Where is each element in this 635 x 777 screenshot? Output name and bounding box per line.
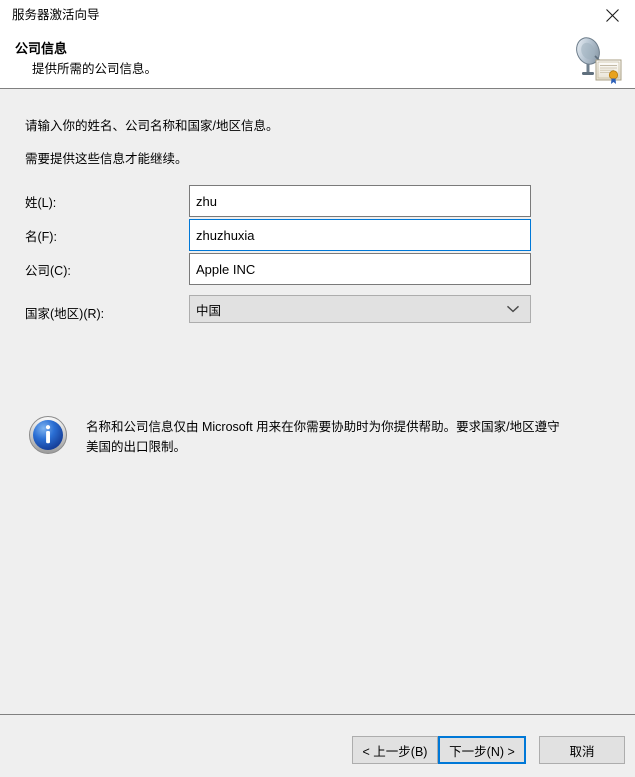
- info-note-text: 名称和公司信息仅由 Microsoft 用来在你需要协助时为你提供帮助。要求国家…: [86, 420, 560, 454]
- window-title: 服务器激活向导: [12, 8, 100, 22]
- country-select[interactable]: 中国: [189, 295, 531, 323]
- last-name-label: 姓(L):: [25, 196, 57, 210]
- company-label: 公司(C):: [25, 264, 71, 278]
- country-select-value: 中国: [196, 303, 222, 318]
- company-input[interactable]: [189, 253, 531, 285]
- first-name-input[interactable]: [189, 219, 531, 251]
- window-title-bar: 服务器激活向导: [0, 0, 635, 30]
- intro-text-line-1: 请输入你的姓名、公司名称和国家/地区信息。: [25, 119, 279, 133]
- country-label: 国家(地区)(R):: [25, 307, 105, 321]
- satellite-certificate-icon: [571, 34, 623, 86]
- first-name-label: 名(F):: [25, 230, 57, 244]
- wizard-header: 公司信息 提供所需的公司信息。: [0, 30, 635, 89]
- info-icon: [28, 415, 68, 455]
- dialog-footer: < 上一步(B) 下一步(N) > 取消: [0, 714, 635, 777]
- close-button[interactable]: [589, 0, 635, 30]
- intro-text-line-2: 需要提供这些信息才能继续。: [25, 152, 188, 166]
- close-icon: [605, 8, 619, 22]
- page-subtitle: 提供所需的公司信息。: [32, 62, 158, 76]
- cancel-button[interactable]: 取消: [539, 736, 625, 764]
- wizard-body: 请输入你的姓名、公司名称和国家/地区信息。 需要提供这些信息才能继续。 姓(L)…: [0, 90, 635, 714]
- last-name-input[interactable]: [189, 185, 531, 217]
- next-button[interactable]: 下一步(N) >: [438, 736, 526, 764]
- page-title: 公司信息: [15, 41, 68, 56]
- back-button[interactable]: < 上一步(B): [352, 736, 438, 764]
- chevron-down-icon: [506, 302, 520, 316]
